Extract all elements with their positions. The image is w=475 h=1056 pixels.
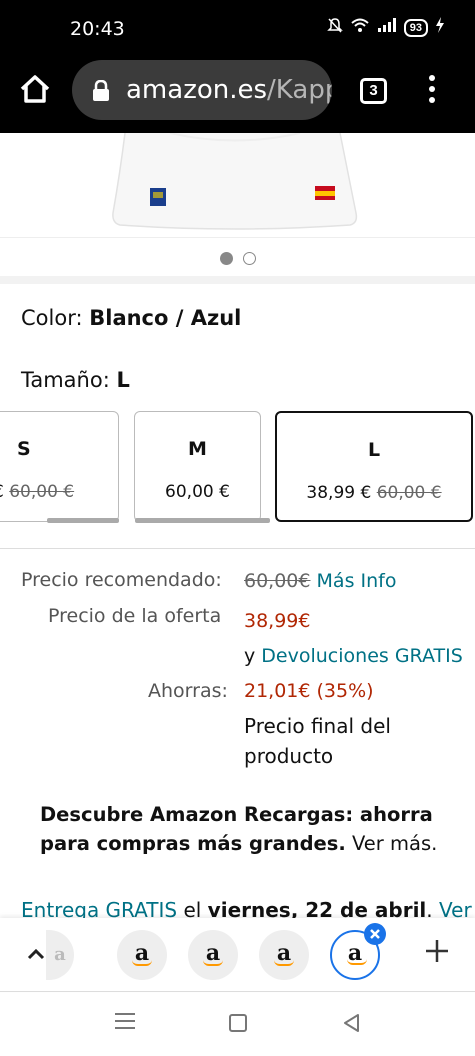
tab-thumbnail-amazon[interactable]: a xyxy=(117,930,167,980)
color-value: Blanco / Azul xyxy=(89,306,242,330)
free-returns-link[interactable]: Devoluciones GRATIS xyxy=(261,645,462,667)
carousel-dot-2[interactable] xyxy=(242,252,256,266)
wifi-icon xyxy=(350,17,370,38)
recommended-price: 60,00€ Más Info xyxy=(244,570,396,592)
size-option-s[interactable]: S € 60,00 € xyxy=(0,411,119,523)
offer-price-value: 38,99€ xyxy=(244,610,311,632)
offer-price-label: Precio de la oferta xyxy=(48,605,222,627)
system-nav-bar xyxy=(0,993,475,1056)
size-option-name: S xyxy=(17,438,31,460)
size-option-l[interactable]: L 38,99 € 60,00 € xyxy=(275,411,473,522)
color-label: Color: xyxy=(21,306,83,330)
recargas-promo: Descubre Amazon Recargas: ahorra para co… xyxy=(40,800,440,858)
tab-thumbnail-partial[interactable]: a xyxy=(46,930,74,980)
spain-flag-icon xyxy=(315,186,335,191)
carousel-dot-1[interactable] xyxy=(219,252,233,266)
status-time: 20:43 xyxy=(70,18,125,40)
tab-glyph: a xyxy=(54,944,66,965)
home-icon[interactable] xyxy=(18,72,52,106)
delivery-date: viernes, 22 de abril xyxy=(207,898,427,920)
savings-value: 21,01€ (35%) xyxy=(244,680,374,702)
product-image[interactable] xyxy=(0,132,475,238)
url-domain: amazon.es xyxy=(126,75,268,105)
size-label: Tamaño: xyxy=(21,368,110,392)
overflow-menu-icon[interactable] xyxy=(427,75,437,105)
tab-thumbnail-amazon[interactable]: a xyxy=(259,930,309,980)
size-selection: Tamaño: L xyxy=(21,368,130,392)
battery-icon: 93 xyxy=(403,18,428,37)
color-selection: Color: Blanco / Azul xyxy=(21,306,241,330)
final-price-note-1: Precio final del xyxy=(244,714,391,738)
mute-icon xyxy=(326,17,343,38)
section-divider xyxy=(0,276,475,284)
size-option-name: M xyxy=(188,438,207,460)
charging-icon xyxy=(435,17,445,38)
url-bar[interactable]: amazon.es/Kapp xyxy=(72,60,332,120)
chevron-up-icon[interactable] xyxy=(24,942,48,966)
delivery-info: Entrega GRATIS el viernes, 22 de abril. … xyxy=(21,898,472,920)
signal-icon xyxy=(377,17,397,38)
size-option-name: L xyxy=(367,439,381,461)
final-price-note-2: producto xyxy=(244,744,334,768)
divider xyxy=(0,548,475,549)
returns-prefix: y xyxy=(244,645,256,667)
recommended-price-value: 60,00€ xyxy=(244,570,311,592)
back-icon[interactable] xyxy=(342,1013,362,1038)
more-info-link[interactable]: Más Info xyxy=(317,570,397,592)
recent-apps-icon[interactable] xyxy=(115,1013,135,1031)
home-nav-icon[interactable] xyxy=(229,1014,247,1032)
tab-thumbnail-amazon[interactable]: a xyxy=(188,930,238,980)
new-tab-icon[interactable] xyxy=(424,934,450,973)
browser-toolbar: 20:43 93 amazon.es/Kapp 3 xyxy=(0,0,475,133)
tab-switcher-button[interactable]: 3 xyxy=(360,78,387,104)
lock-icon xyxy=(92,79,110,107)
size-option-m[interactable]: M 60,00 € xyxy=(134,411,270,523)
delivery-more-link[interactable]: Ver xyxy=(439,898,472,920)
savings-label: Ahorras: xyxy=(148,680,228,702)
size-option-price: € 60,00 € xyxy=(0,482,75,502)
recommended-price-label: Precio recomendado: xyxy=(21,569,222,591)
size-option-price: 60,00 € xyxy=(165,482,230,502)
tab-strip: a a a a a xyxy=(0,918,475,992)
url-path: /Kapp xyxy=(267,75,332,105)
status-icons: 93 xyxy=(326,17,445,38)
tshirt-image xyxy=(112,132,358,230)
image-carousel-indicator xyxy=(0,250,475,268)
free-delivery-link[interactable]: Entrega GRATIS xyxy=(21,898,177,920)
size-option-price: 38,99 € 60,00 € xyxy=(306,483,442,503)
url-text: amazon.es/Kapp xyxy=(126,75,332,105)
size-value: L xyxy=(116,368,130,392)
returns-line: y Devoluciones GRATIS xyxy=(244,645,463,667)
recargas-link[interactable]: Ver más. xyxy=(352,832,437,855)
close-tab-icon[interactable] xyxy=(364,923,386,945)
delivery-middle: el xyxy=(183,898,202,920)
